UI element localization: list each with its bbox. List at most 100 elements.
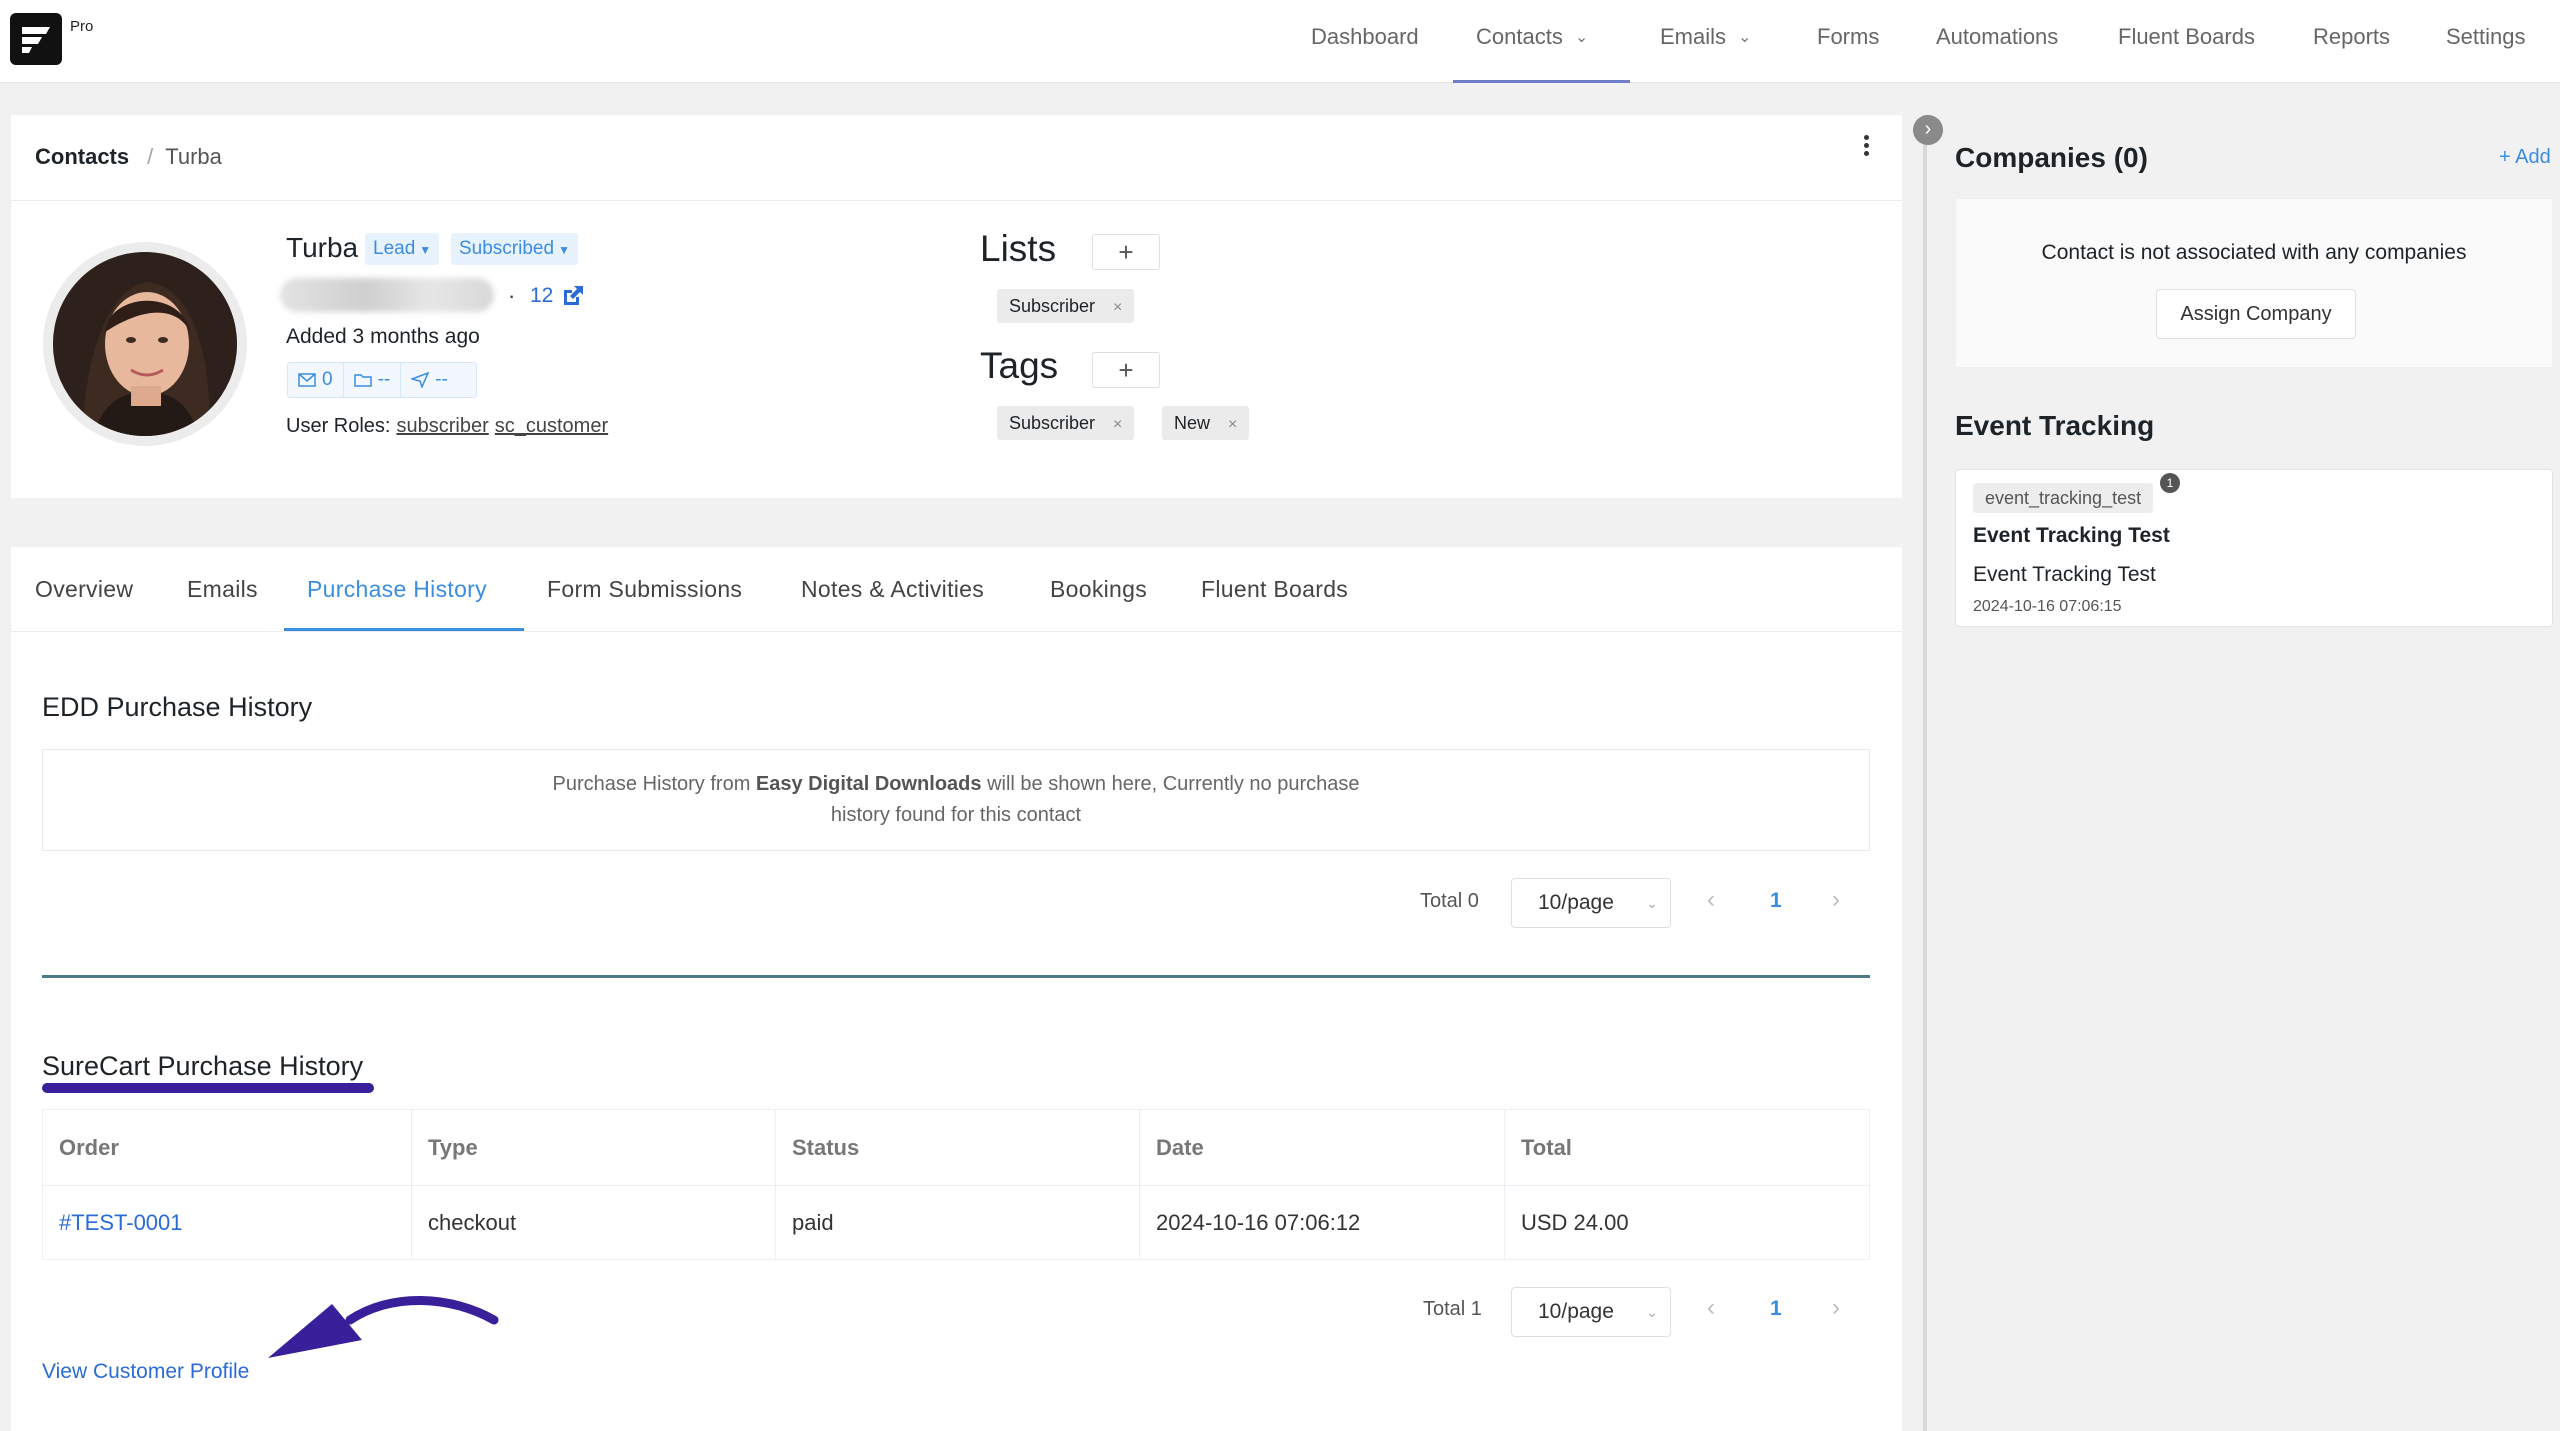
order-total: USD 24.00 xyxy=(1504,1185,1870,1260)
role-link[interactable]: sc_customer xyxy=(495,415,608,437)
assign-company-button[interactable]: Assign Company xyxy=(2156,289,2356,339)
contact-name: Turba xyxy=(286,232,359,263)
edd-page-size-value: 10/page xyxy=(1538,891,1614,914)
nav-emails-label: Emails xyxy=(1660,24,1727,49)
column-header-order: Order xyxy=(42,1109,412,1186)
lead-status-dropdown[interactable]: Lead ▼ xyxy=(365,233,440,265)
nav-dashboard[interactable]: Dashboard xyxy=(1311,0,1419,83)
event-card[interactable]: event_tracking_test 1 Event Tracking Tes… xyxy=(1955,469,2553,627)
tab-emails[interactable]: Emails xyxy=(187,576,258,603)
event-key-chip: event_tracking_test xyxy=(1973,483,2154,513)
chevron-down-icon: ⌄ xyxy=(1646,1304,1658,1320)
folder-icon xyxy=(353,374,372,387)
prev-page-icon[interactable]: ‹ xyxy=(1707,886,1715,914)
tag-label: Subscriber xyxy=(1009,413,1096,433)
emails-count: 0 xyxy=(322,369,333,390)
tab-purchase-history[interactable]: Purchase History xyxy=(307,576,487,603)
remove-icon[interactable]: × xyxy=(1228,416,1237,433)
fluentcrm-logo-icon[interactable] xyxy=(10,13,62,65)
prev-page-icon[interactable]: ‹ xyxy=(1707,1294,1715,1322)
companies-empty-state: Contact is not associated with any compa… xyxy=(1955,198,2553,368)
role-link[interactable]: subscriber xyxy=(396,415,488,437)
edd-empty-suffix: will be shown here, Currently no purchas… xyxy=(981,773,1360,795)
avatar[interactable] xyxy=(53,252,237,436)
folders-stat[interactable]: -- xyxy=(344,363,402,397)
envelope-icon xyxy=(298,373,316,387)
nav-settings[interactable]: Settings xyxy=(2446,0,2526,83)
caret-down-icon: ▼ xyxy=(558,243,570,257)
sidebar-border xyxy=(1923,115,1927,1431)
nav-fluent-boards[interactable]: Fluent Boards xyxy=(2118,0,2255,83)
add-list-button[interactable]: + xyxy=(1092,234,1160,270)
nav-forms[interactable]: Forms xyxy=(1817,0,1879,83)
next-page-icon[interactable]: › xyxy=(1832,886,1840,914)
caret-down-icon: ▼ xyxy=(419,243,432,257)
user-roles: User Roles: subscriber sc_customer xyxy=(286,415,608,438)
annotation-arrow-icon xyxy=(268,1296,499,1358)
event-title: Event Tracking Test xyxy=(1973,524,2170,547)
subscription-status-label: Subscribed xyxy=(459,238,555,259)
external-link-icon[interactable] xyxy=(560,283,586,309)
tags-heading: Tags xyxy=(980,345,1059,386)
companies-title: Companies (0) xyxy=(1955,142,2148,173)
emails-stat[interactable]: 0 xyxy=(288,363,344,397)
column-header-status: Status xyxy=(775,1109,1140,1186)
redacted-email xyxy=(280,278,494,312)
edd-empty-prefix: Purchase History from xyxy=(552,773,756,795)
tab-overview[interactable]: Overview xyxy=(35,576,133,603)
surecart-orders-table: Order Type Status Date Total #TEST-0001 … xyxy=(42,1109,1870,1260)
more-options-icon[interactable] xyxy=(1859,132,1873,162)
tag-item: New × xyxy=(1162,406,1250,440)
list-tag-label: Subscriber xyxy=(1009,296,1096,316)
event-value: Event Tracking Test xyxy=(1973,563,2156,586)
add-company-link[interactable]: + Add xyxy=(2499,146,2551,169)
remove-icon[interactable]: × xyxy=(1113,299,1122,316)
added-date: Added 3 months ago xyxy=(286,325,480,348)
tab-notes-activities[interactable]: Notes & Activities xyxy=(801,576,984,603)
add-tag-button[interactable]: + xyxy=(1092,352,1160,388)
sent-stat[interactable]: -- xyxy=(401,363,458,397)
surecart-current-page[interactable]: 1 xyxy=(1770,1297,1782,1321)
chevron-down-icon: ⌄ xyxy=(1738,29,1752,46)
column-header-date: Date xyxy=(1139,1109,1505,1186)
tag-item: Subscriber × xyxy=(997,406,1135,440)
header-divider xyxy=(11,200,1902,201)
edd-empty-source: Easy Digital Downloads xyxy=(755,773,982,795)
folders-count: -- xyxy=(377,369,391,390)
top-nav-bar: Pro Dashboard Contacts ⌄ Emails ⌄ Forms Au… xyxy=(0,0,2560,83)
contact-id-link[interactable]: 12 xyxy=(530,284,553,308)
table-row: #TEST-0001 checkout paid 2024-10-16 07:0… xyxy=(42,1185,1870,1260)
tab-fluent-boards[interactable]: Fluent Boards xyxy=(1201,576,1348,603)
subscription-status-dropdown[interactable]: Subscribed ▼ xyxy=(451,233,578,265)
next-page-icon[interactable]: › xyxy=(1832,1294,1840,1322)
collapse-sidebar-icon[interactable]: › xyxy=(1913,115,1943,145)
surecart-section-title: SureCart Purchase History xyxy=(42,1051,364,1081)
surecart-page-size-select[interactable]: 10/page ⌄ xyxy=(1511,1287,1671,1337)
order-date: 2024-10-16 07:06:12 xyxy=(1139,1185,1505,1260)
nav-reports[interactable]: Reports xyxy=(2313,0,2390,83)
surecart-total: Total 1 xyxy=(1423,1298,1482,1320)
event-count-badge: 1 xyxy=(2160,473,2180,493)
edd-page-size-select[interactable]: 10/page ⌄ xyxy=(1511,878,1671,928)
event-timestamp: 2024-10-16 07:06:15 xyxy=(1973,598,2122,615)
tab-bookings[interactable]: Bookings xyxy=(1050,576,1147,603)
tab-form-submissions[interactable]: Form Submissions xyxy=(547,576,742,603)
breadcrumb-separator: / xyxy=(147,144,154,169)
order-link[interactable]: #TEST-0001 xyxy=(42,1185,412,1260)
breadcrumb-current: Turba xyxy=(165,144,222,169)
edd-section-title: EDD Purchase History xyxy=(42,692,313,722)
edd-current-page[interactable]: 1 xyxy=(1770,889,1782,913)
nav-automations[interactable]: Automations xyxy=(1936,0,2058,83)
nav-contacts-label: Contacts xyxy=(1476,24,1563,49)
edd-total: Total 0 xyxy=(1420,890,1479,912)
view-customer-profile-link[interactable]: View Customer Profile xyxy=(42,1360,249,1384)
edd-empty-state: Purchase History from Easy Digital Downl… xyxy=(42,749,1870,851)
column-header-total: Total xyxy=(1504,1109,1870,1186)
nav-emails[interactable]: Emails ⌄ xyxy=(1660,0,1751,83)
order-type: checkout xyxy=(411,1185,776,1260)
lead-status-label: Lead xyxy=(373,238,416,259)
remove-icon[interactable]: × xyxy=(1113,416,1122,433)
breadcrumb-contacts[interactable]: Contacts xyxy=(35,144,129,169)
nav-contacts[interactable]: Contacts ⌄ xyxy=(1453,0,1630,83)
event-tracking-title: Event Tracking xyxy=(1955,410,2155,441)
